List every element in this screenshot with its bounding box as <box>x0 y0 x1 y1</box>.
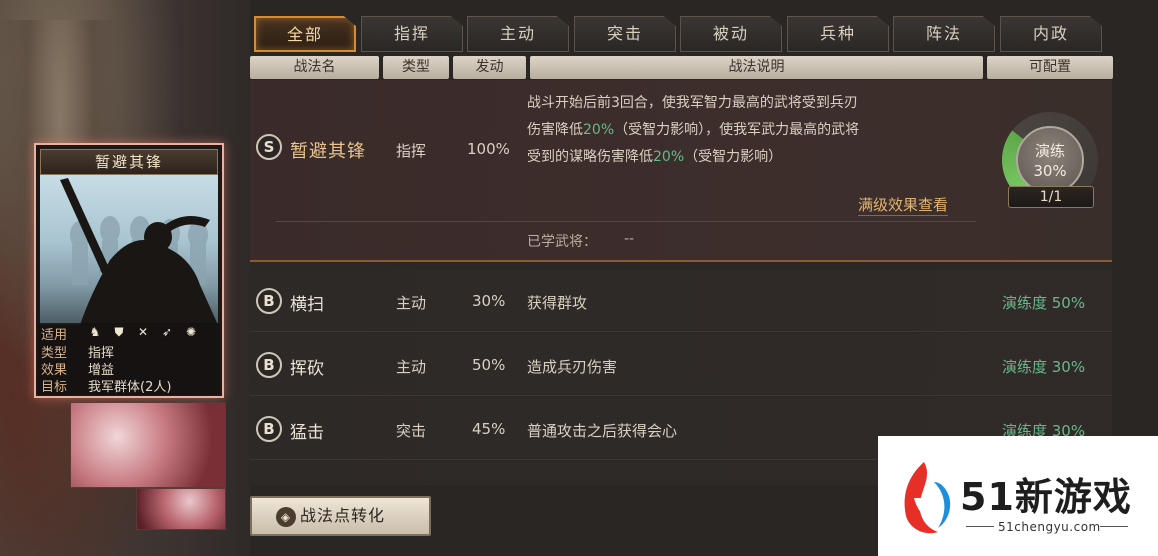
skill-description-line: 伤害降低20%（受智力影响），使我军武力最高的武将 <box>527 119 859 139</box>
divider <box>276 221 976 222</box>
divider <box>966 526 994 527</box>
learned-generals-label: 已学武将： <box>527 234 597 250</box>
skill-name: 猛击 <box>290 423 324 443</box>
tab-all[interactable]: 全部 <box>254 16 356 52</box>
card-title: 暂避其锋 <box>40 149 218 175</box>
site-logo <box>904 462 951 534</box>
crossed-spears-icon: ✕ <box>137 325 149 339</box>
description-text: （受智力影响），使我军武力最高的武将 <box>614 122 860 138</box>
practice-level: 演练度 30% <box>1002 358 1086 376</box>
skill-description-line: 受到的谋略伤害降低20%（受智力影响） <box>527 146 782 166</box>
shield-icon: ⛊ <box>114 325 124 339</box>
count-plate: 1/1 <box>1008 186 1094 208</box>
learned-generals-value: -- <box>624 231 635 247</box>
convert-button-label: 战法点转化 <box>300 506 386 525</box>
skill-list: S 暂避其锋 指挥 100% 战斗开始后前3回合，使我军智力最高的武将受到兵刃 … <box>250 80 1112 485</box>
skill-card: 暂避其锋 适用 ♞ ⛊ ✕ ➶ ✺ 类型 指挥 效果 增益 目标 我军群体(2人… <box>34 143 224 398</box>
skill-type: 主动 <box>396 358 427 376</box>
grade-badge: B <box>256 352 282 378</box>
skill-description: 造成兵刃伤害 <box>527 358 618 376</box>
tab-troop[interactable]: 兵种 <box>787 16 889 52</box>
skill-description-line: 战斗开始后前3回合，使我军智力最高的武将受到兵刃 <box>527 95 858 111</box>
description-value: 20% <box>653 149 685 165</box>
skill-name: 横扫 <box>290 295 324 315</box>
card-thumbnail[interactable] <box>70 402 226 488</box>
grade-badge: B <box>256 288 282 314</box>
practice-value: 30% <box>1033 162 1067 180</box>
card-illustration <box>40 175 218 325</box>
column-header: 战法名 类型 发动 战法说明 可配置 <box>250 56 1115 80</box>
skill-description: 获得群攻 <box>527 294 588 312</box>
watermark-url: 51chengyu.com <box>998 520 1101 534</box>
card-info: 适用 ♞ ⛊ ✕ ➶ ✺ 类型 指挥 效果 增益 目标 我军群体(2人) <box>38 323 220 395</box>
skill-name: 挥砍 <box>290 359 324 379</box>
column-rate: 发动 <box>453 56 526 79</box>
skill-rate: 30% <box>472 292 506 310</box>
tab-command[interactable]: 指挥 <box>361 16 463 52</box>
column-type: 类型 <box>383 56 449 79</box>
tab-active[interactable]: 主动 <box>467 16 569 52</box>
info-label: 适用 <box>41 328 68 343</box>
wheel-icon: ✺ <box>185 325 197 339</box>
divider <box>1100 526 1128 527</box>
warrior-silhouette-icon <box>60 178 218 325</box>
skill-row[interactable]: B 挥砍 主动 50% 造成兵刃伤害 演练度 30% <box>250 334 1112 396</box>
practice-level: 演练度 50% <box>1002 294 1086 312</box>
skill-rate: 100% <box>467 140 510 158</box>
column-name: 战法名 <box>250 56 379 79</box>
info-value: 我军群体(2人) <box>88 380 172 395</box>
skill-type: 指挥 <box>396 142 427 160</box>
convert-points-button[interactable]: ◈ 战法点转化 <box>250 496 431 536</box>
tab-assault[interactable]: 突击 <box>574 16 676 52</box>
column-configurable: 可配置 <box>987 56 1113 79</box>
skill-description: 普通攻击之后获得会心 <box>527 422 678 440</box>
skill-name: 暂避其锋 <box>290 141 366 162</box>
info-label: 目标 <box>41 380 68 395</box>
flame-icon: ◈ <box>276 507 296 527</box>
practice-label: 演练 <box>1034 142 1065 160</box>
practice-orb: 演练 30% <box>1016 126 1084 194</box>
horse-icon: ♞ <box>89 325 101 339</box>
watermark: 51新游戏 51chengyu.com <box>878 436 1158 556</box>
column-description: 战法说明 <box>530 56 983 79</box>
skill-rate: 50% <box>472 356 506 374</box>
description-text: 受到的谋略伤害降低 <box>527 149 653 165</box>
card-thumbnail[interactable] <box>136 488 226 530</box>
tab-domestic[interactable]: 内政 <box>1000 16 1102 52</box>
skill-row[interactable]: B 横扫 主动 30% 获得群攻 演练度 50% <box>250 270 1112 332</box>
grade-badge: S <box>256 134 282 160</box>
bow-icon: ➶ <box>161 325 173 339</box>
grade-badge: B <box>256 416 282 442</box>
tab-passive[interactable]: 被动 <box>680 16 782 52</box>
skill-type: 突击 <box>396 422 427 440</box>
skill-type: 主动 <box>396 294 427 312</box>
watermark-text: 51新游戏 <box>960 475 1132 519</box>
skill-row-selected[interactable]: S 暂避其锋 指挥 100% 战斗开始后前3回合，使我军智力最高的武将受到兵刃 … <box>250 80 1112 262</box>
description-value: 20% <box>583 122 615 138</box>
tab-formation[interactable]: 阵法 <box>893 16 995 52</box>
full-effect-link[interactable]: 满级效果查看 <box>858 194 949 216</box>
category-tab-bar: 全部 指挥 主动 突击 被动 兵种 阵法 内政 <box>254 16 1104 54</box>
description-text: （受智力影响） <box>684 149 783 165</box>
skill-rate: 45% <box>472 420 506 438</box>
description-text: 伤害降低 <box>527 122 583 138</box>
